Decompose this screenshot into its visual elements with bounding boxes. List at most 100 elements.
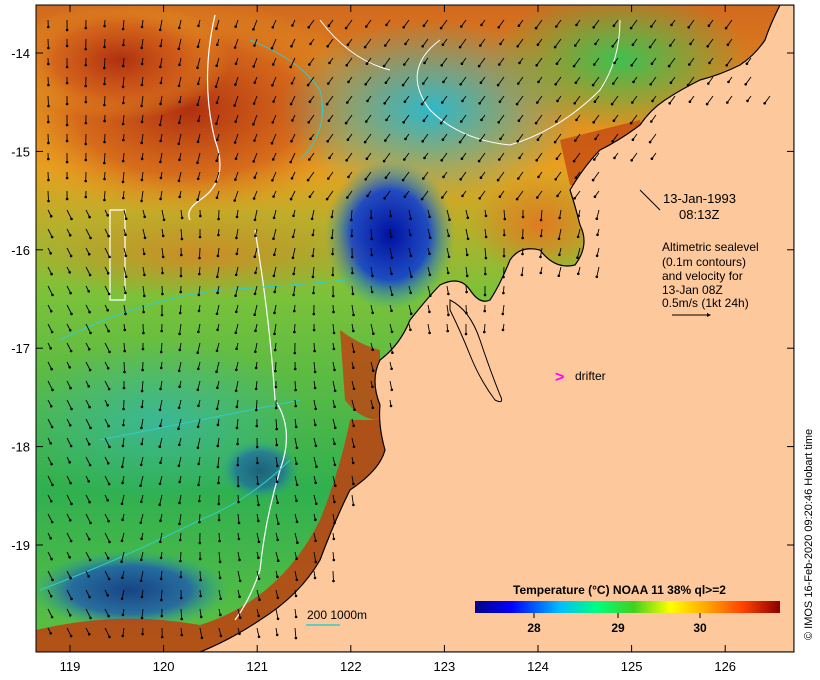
velocity-arrow-head [179,274,183,278]
velocity-arrow-head [669,44,672,47]
velocity-arrow-head [314,423,317,427]
velocity-arrow-head [103,140,106,144]
velocity-arrow-head [271,179,274,182]
velocity-arrow-head [331,252,334,256]
velocity-arrow-head [534,121,538,125]
velocity-arrow-head [502,254,506,258]
velocity-arrow-head [276,575,279,579]
velocity-arrow-head [84,158,88,162]
velocity-arrow-head [47,25,50,29]
legend-tick-label: 30 [693,621,707,635]
velocity-arrow-head [366,194,369,198]
velocity-arrow-head [238,595,241,599]
velocity-arrow-head [159,366,163,370]
velocity-arrow-head [161,255,165,259]
velocity-arrow-head [574,81,578,84]
velocity-arrow-head [178,158,181,162]
velocity-arrow-head [595,275,599,279]
velocity-arrow-head [88,463,92,467]
velocity-arrow-head [498,63,501,66]
velocity-arrow-head [328,156,331,160]
velocity-arrow-head [574,139,577,142]
velocity-arrow-head [311,254,315,258]
velocity-arrow-head [177,464,181,468]
velocity-arrow-head [484,256,488,260]
velocity-arrow-head [295,483,299,487]
velocity-arrow-head [197,293,201,297]
velocity-arrow-head [216,328,219,332]
velocity-arrow-head [88,310,91,314]
velocity-arrow-head [724,26,728,30]
velocity-arrow [199,570,202,581]
velocity-arrow-head [352,387,356,391]
velocity-arrow-head [159,102,162,106]
velocity-arrow-head [68,613,72,617]
velocity-arrow-head [327,82,330,85]
velocity-arrow-head [574,44,577,47]
lat-tick-label: -18 [11,440,30,455]
velocity-arrow-head [277,522,280,525]
velocity-arrow-head [420,102,424,106]
velocity-arrow-head [238,632,241,636]
velocity-arrow-head [325,197,329,201]
velocity-arrow-head [499,42,502,46]
velocity-arrow-head [308,158,311,161]
velocity-arrow-head [159,461,162,465]
velocity-arrow-head [272,274,276,278]
velocity-arrow-head [313,576,317,580]
velocity-arrow-head [197,119,200,123]
velocity-arrow-head [235,426,239,430]
velocity-arrow-head [124,254,128,258]
velocity-arrow-head [409,217,413,221]
velocity-arrow-head [68,328,72,332]
velocity-arrow-head [121,518,124,522]
velocity-arrow-head [352,366,355,370]
velocity-arrow-head [142,252,146,256]
velocity-arrow-head [49,309,53,313]
velocity-arrow-head [390,293,394,297]
velocity-arrow-head [236,463,240,467]
velocity-arrow-head [47,199,50,203]
velocity-arrow-head [197,462,200,466]
velocity-arrow-head [252,102,256,105]
velocity-arrow-head [158,28,162,32]
velocity-arrow-head [612,119,616,122]
velocity-arrow-head [47,46,50,50]
velocity-arrow-head [314,444,318,448]
velocity-arrow-head [103,66,106,70]
velocity-arrow-head [390,256,394,260]
velocity-arrow-head [403,63,406,66]
velocity-arrow [274,361,277,372]
velocity-arrow-head [158,482,162,486]
velocity-arrow-head [479,44,482,47]
velocity-arrow-head [108,350,111,354]
velocity-arrow-head [87,347,91,351]
velocity-arrow-head [404,137,407,141]
velocity-arrow-head [217,217,220,221]
velocity-arrow-head [479,139,482,142]
velocity-arrow-head [648,45,652,49]
velocity-arrow-head [196,45,200,48]
velocity-arrow-head [258,598,261,601]
velocity-arrow-head [479,176,483,179]
velocity-arrow-head [273,332,276,336]
velocity-arrow-head [252,65,255,68]
velocity-arrow-head [87,480,90,483]
lat-tick-label: -14 [11,46,30,61]
velocity-arrow-head [199,594,202,598]
velocity-arrow-head [498,100,502,103]
velocity-arrow-head [270,46,274,50]
velocity-arrow-head [745,62,749,65]
velocity-arrow-head [107,482,111,486]
velocity-arrow-head [501,312,505,316]
velocity-arrow-head [593,158,596,161]
velocity-arrow-head [255,445,259,449]
velocity-arrow-head [422,177,425,180]
velocity-arrow-head [498,158,501,161]
velocity-arrow-head [69,349,73,353]
velocity-arrow-head [384,176,388,179]
velocity-arrow-head [554,178,557,181]
velocity-arrow-head [333,405,336,409]
velocity-arrow-head [390,272,393,276]
velocity-arrow-head [365,157,369,160]
